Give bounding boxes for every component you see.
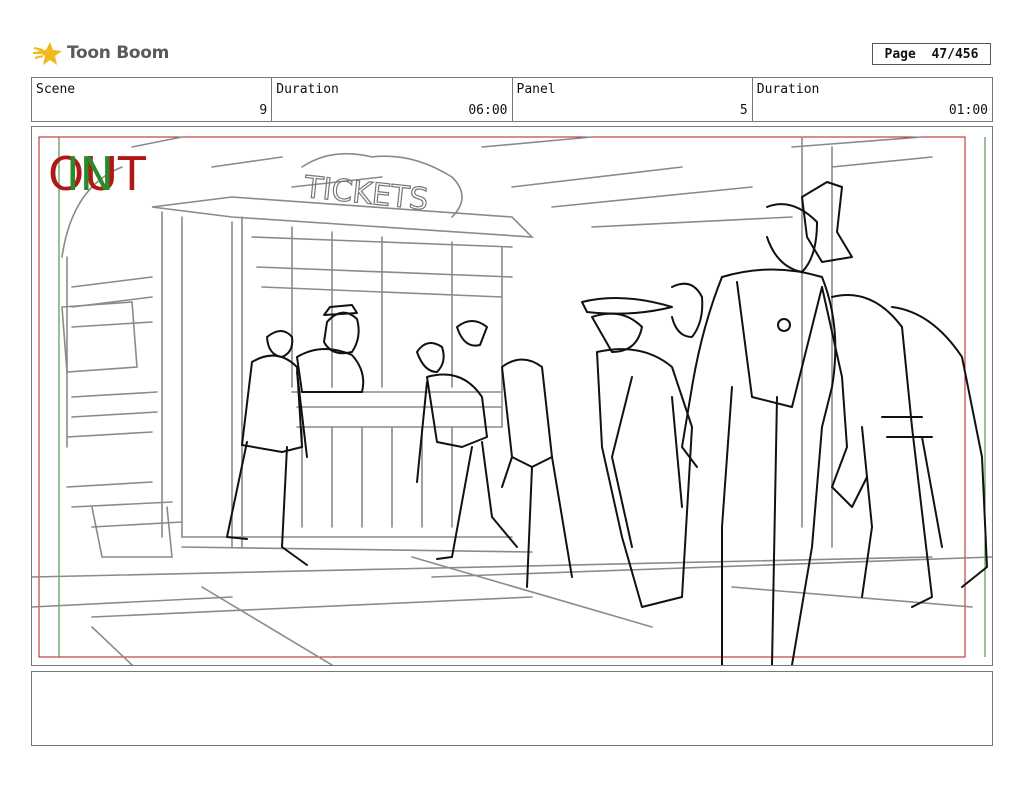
page-label: Page: [884, 46, 916, 62]
panel-cell: Panel 5: [513, 78, 753, 121]
tickets-sign: TICKETS: [302, 170, 430, 218]
panel-duration-cell: Duration 01:00: [753, 78, 992, 121]
page-value: 47/456: [931, 46, 979, 62]
panel-duration-label: Duration: [756, 82, 820, 97]
crowd-figures: [226, 181, 988, 665]
panel-label: Panel: [516, 82, 556, 97]
panel-value: 5: [739, 103, 748, 118]
storyboard-panel[interactable]: TICKETS OUT IN: [31, 126, 993, 666]
storyboard-sketch: TICKETS: [32, 136, 992, 665]
in-marker: IN: [66, 147, 114, 201]
logo-star-icon: [33, 42, 62, 65]
toon-boom-logo: Toon Boom: [33, 38, 169, 68]
panel-notes-box[interactable]: [31, 671, 993, 746]
scene-duration-value: 06:00: [468, 103, 508, 118]
scene-duration-cell: Duration 06:00: [272, 78, 513, 121]
brand-name: Toon Boom: [67, 43, 170, 63]
scene-duration-label: Duration: [276, 82, 339, 97]
scene-value: 9: [259, 103, 268, 118]
scene-label: Scene: [36, 82, 76, 97]
scene-cell: Scene 9: [32, 78, 273, 121]
panel-duration-value: 01:00: [948, 103, 988, 118]
background-sketch: [32, 136, 992, 665]
info-row: Scene 9 Duration 06:00 Panel 5 Duration …: [31, 77, 993, 122]
page-indicator: Page 47/456: [872, 43, 991, 65]
